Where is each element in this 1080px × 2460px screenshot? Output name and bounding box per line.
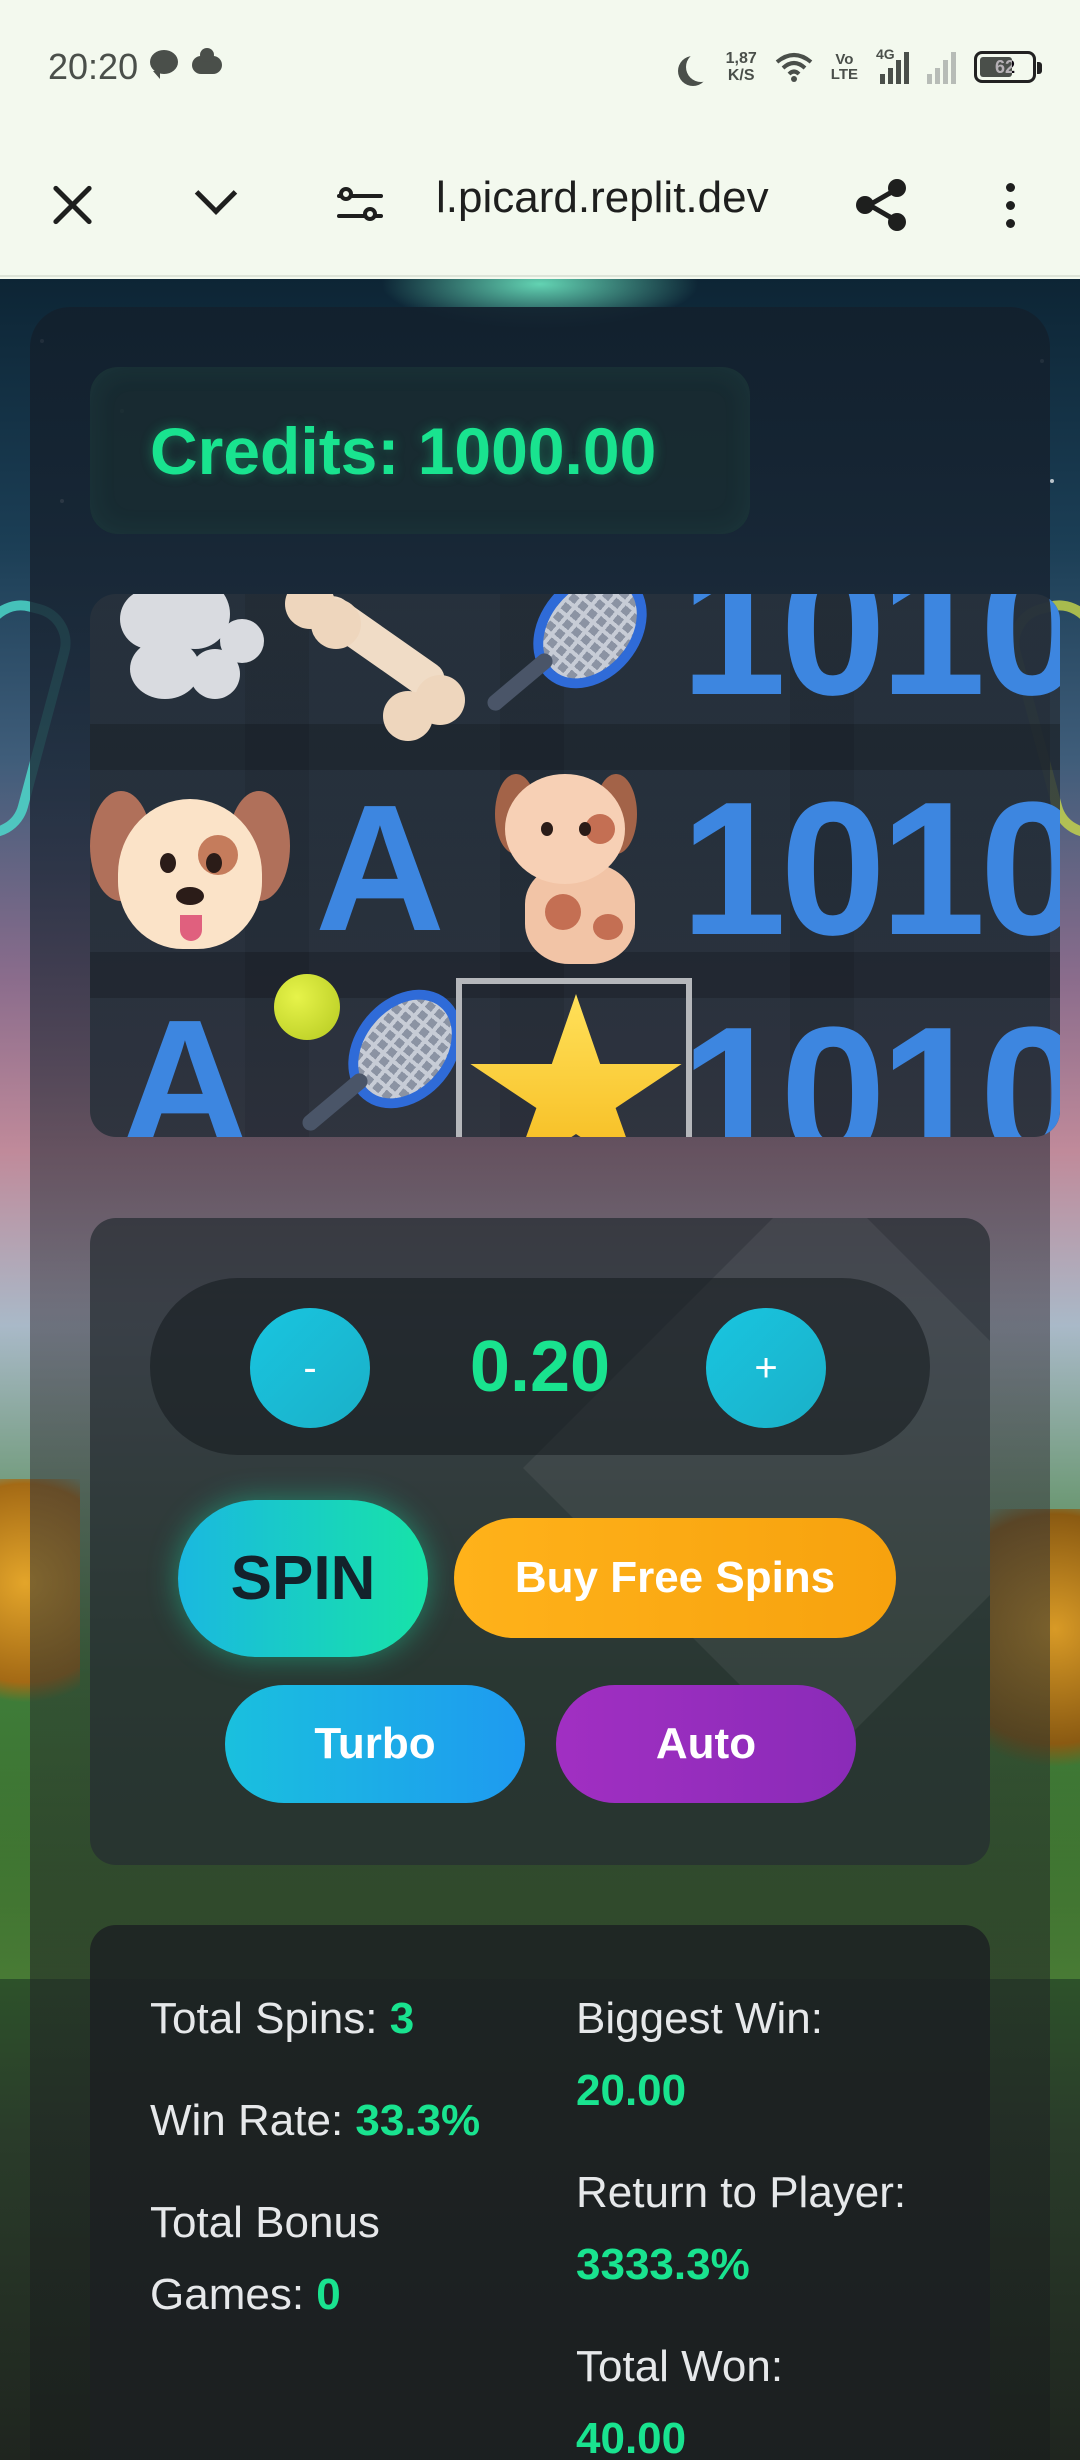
volte-indicator: Vo LTE (831, 52, 858, 82)
letter-a-symbol: A (120, 983, 250, 1138)
system-indicators: 1,87 K/S Vo LTE 4G 62 (678, 44, 1042, 90)
letter-a-symbol: A (315, 768, 445, 969)
signal-icon: 4G (876, 46, 909, 84)
status-bar: 20:20 1,87 K/S Vo LTE 4G 62 (0, 0, 1080, 135)
decrease-bet-button[interactable]: - (250, 1308, 370, 1428)
url-text[interactable]: l.picard.replit.dev (436, 173, 816, 223)
stat-win-rate: Win Rate: 33.3% (150, 2096, 481, 2145)
minimize-button[interactable] (176, 165, 256, 245)
buy-free-spins-button[interactable]: Buy Free Spins (454, 1518, 896, 1638)
browser-toolbar: l.picard.replit.dev (0, 135, 1080, 277)
win-rate-value: 33.3% (355, 2096, 481, 2145)
spin-button[interactable]: SPIN (178, 1500, 428, 1657)
number-symbol: 1010 (680, 594, 1060, 735)
moon-icon (686, 52, 716, 82)
volte-top: Vo (835, 51, 854, 68)
signal-icon-sim2 (927, 50, 956, 84)
more-options-button[interactable] (970, 165, 1050, 245)
share-icon (854, 177, 910, 233)
net-speed-value: 1,87 (725, 50, 757, 67)
stat-biggest-win: Biggest Win: 20.00 (576, 1983, 823, 2127)
cloud-icon (192, 48, 222, 74)
credits-display: Credits: 1000.00 (90, 367, 750, 534)
tennis-racket-symbol (450, 594, 671, 734)
total-bonus-value: 0 (316, 2270, 341, 2319)
dog-face-symbol (90, 774, 300, 964)
stat-total-won: Total Won: 40.00 (576, 2331, 783, 2460)
battery-level: 62 (994, 56, 1016, 77)
chevron-down-icon (194, 172, 238, 215)
wifi-icon (775, 52, 813, 82)
number-symbol: 1010 (680, 988, 1060, 1137)
stat-total-bonus: Total Bonus Games: 0 (150, 2198, 380, 2319)
increase-bet-button[interactable]: + (706, 1308, 826, 1428)
bet-selector: - 0.20 + (150, 1278, 930, 1455)
bet-value: 0.20 (469, 1327, 611, 1407)
close-icon (50, 183, 94, 227)
puppy-symbol (465, 759, 685, 969)
total-spins-value: 3 (389, 1994, 415, 2043)
rtp-value: 3333.3% (576, 2240, 750, 2289)
more-vert-icon (1005, 182, 1015, 228)
stats-panel: Total Spins: 3 Win Rate: 33.3% Total Bon… (90, 1925, 990, 2460)
controls-panel: - 0.20 + SPIN Buy Free Spins Turbo Auto (90, 1218, 990, 1865)
bone-symbol (270, 594, 470, 741)
auto-button[interactable]: Auto (556, 1685, 856, 1803)
status-time: 20:20 (48, 46, 139, 87)
message-icon (150, 50, 178, 79)
stat-return-to-player: Return to Player: 3333.3% (576, 2157, 906, 2301)
credits-label: Credits: 1000.00 (150, 413, 657, 488)
star-symbol (464, 994, 688, 1137)
site-settings-button[interactable] (320, 165, 400, 245)
network-speed: 1,87 K/S (726, 50, 757, 84)
share-button[interactable] (842, 165, 922, 245)
network-type: 4G (876, 46, 895, 62)
poodle-symbol (110, 594, 270, 724)
notification-icons (150, 48, 222, 79)
battery-icon: 62 (974, 51, 1042, 83)
turbo-button[interactable]: Turbo (225, 1685, 525, 1803)
close-tab-button[interactable] (32, 165, 112, 245)
volte-bottom: LTE (830, 66, 858, 83)
reels-grid: 1010 A 1010 A 1010 (90, 594, 1060, 1137)
tune-icon (337, 186, 383, 224)
net-speed-unit: K/S (727, 67, 755, 84)
stat-total-spins: Total Spins: 3 (150, 1994, 415, 2043)
biggest-win-value: 20.00 (576, 2066, 687, 2115)
total-won-value: 40.00 (576, 2414, 687, 2460)
number-symbol: 1010 (680, 763, 1060, 975)
